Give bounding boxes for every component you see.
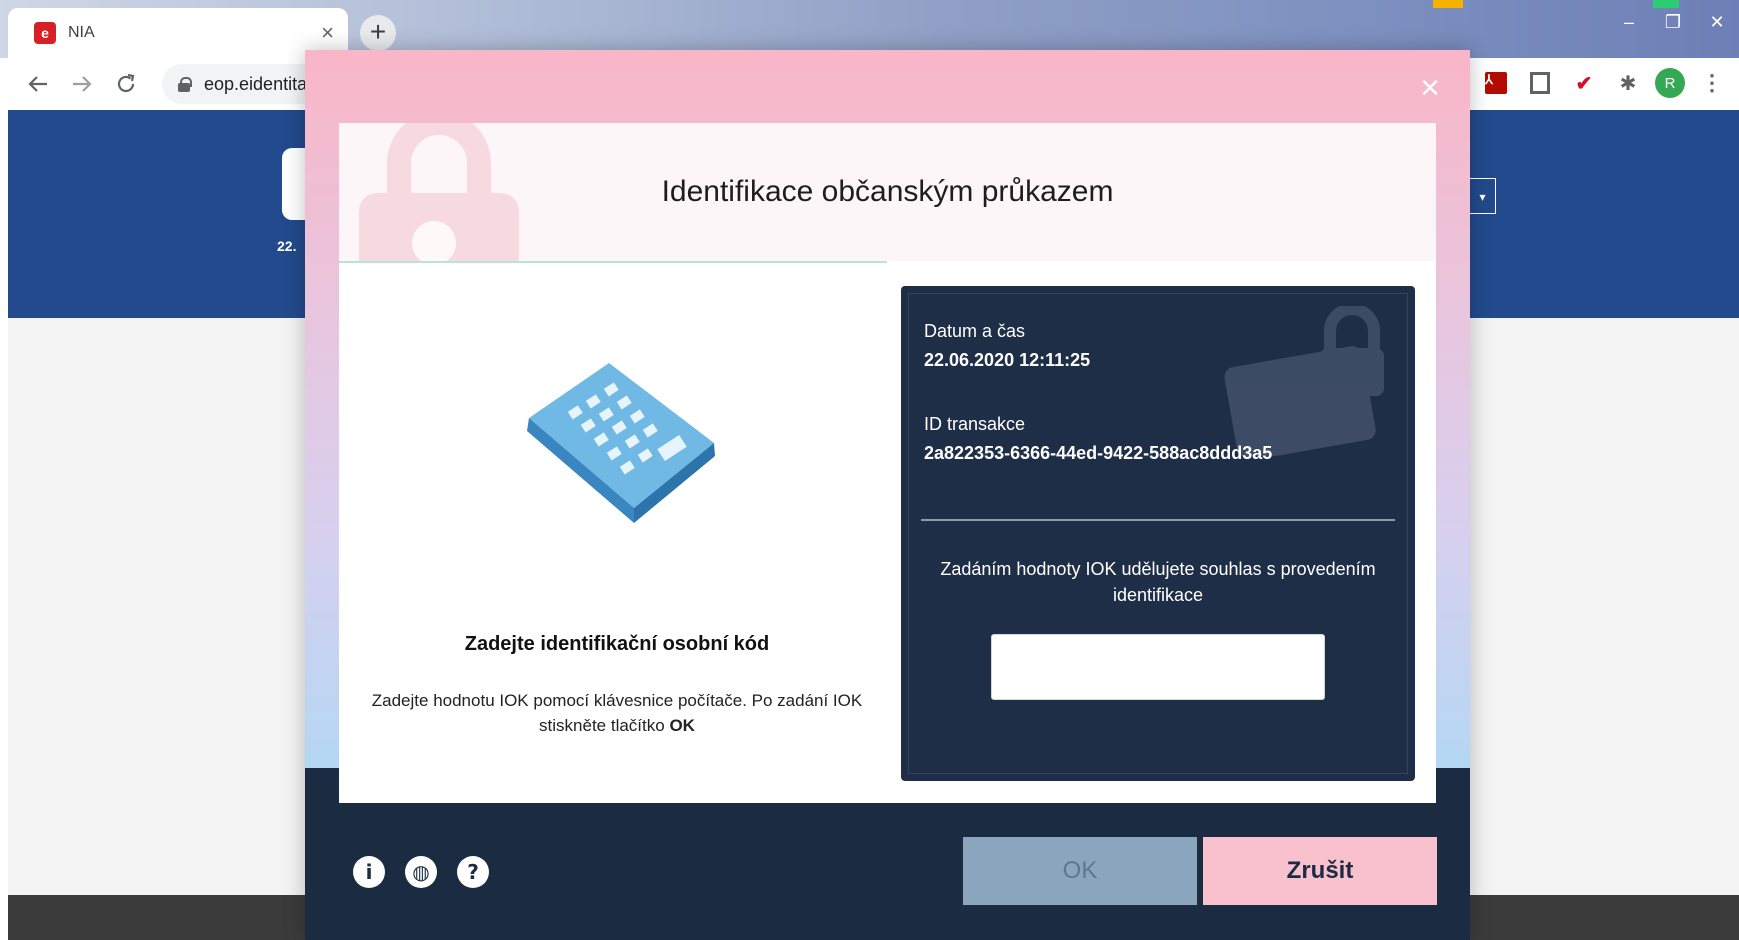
back-button[interactable] xyxy=(20,66,56,102)
book-icon xyxy=(1530,72,1550,94)
identification-modal: × Identifikace občanským průkazem Zadejt… xyxy=(305,50,1470,940)
check-icon: ✔ xyxy=(1575,72,1593,95)
kebab-menu-icon: ⋮ xyxy=(1701,70,1723,95)
puzzle-icon: ✱ xyxy=(1619,72,1637,95)
instruction-text-body: Zadejte hodnotu IOK pomocí klávesnice po… xyxy=(371,691,863,735)
browser-menu-button[interactable]: ⋮ xyxy=(1695,66,1729,100)
datetime-label: Datum a čas xyxy=(924,321,1026,341)
forward-button[interactable] xyxy=(64,66,100,102)
instruction-text-ok: OK xyxy=(669,716,695,735)
transaction-info-panel: Datum a čas 22.06.2020 12:11:25 ID trans… xyxy=(901,286,1415,781)
extension-book[interactable] xyxy=(1523,66,1557,100)
ok-button[interactable]: OK xyxy=(963,837,1197,905)
extensions-button[interactable]: ✱ xyxy=(1611,66,1645,100)
info-divider xyxy=(921,519,1395,521)
transaction-id-label: ID transakce xyxy=(924,414,1026,434)
extension-pdf[interactable]: ⅄ xyxy=(1479,66,1513,100)
tabstrip-accent-green xyxy=(1653,0,1679,8)
instruction-title: Zadejte identifikační osobní kód xyxy=(464,633,770,655)
profile-avatar[interactable]: R xyxy=(1655,68,1685,98)
pdf-icon: ⅄ xyxy=(1485,72,1507,94)
extensions-bar: ⅄ ✔ ✱ R ⋮ xyxy=(1479,66,1739,100)
minimize-button[interactable]: – xyxy=(1607,8,1651,36)
info-icon[interactable]: i xyxy=(353,856,385,888)
close-window-button[interactable]: ✕ xyxy=(1695,8,1739,36)
extension-check[interactable]: ✔ xyxy=(1567,66,1601,100)
help-icon[interactable]: ? xyxy=(457,856,489,888)
new-tab-button[interactable]: + xyxy=(360,15,396,51)
page-header-date: 22. xyxy=(277,238,297,254)
envelope-lock-decoration-icon xyxy=(1224,306,1384,456)
transaction-id-value: 2a822353-6366-44ed-9422-588ac8ddd3a5 xyxy=(924,443,1273,463)
page-dropdown[interactable]: ▾ xyxy=(1470,178,1496,214)
restore-button[interactable]: ❐ xyxy=(1651,8,1695,36)
footer-icon-group: i ◍ ? xyxy=(353,856,489,888)
modal-title: Identifikace občanským průkazem xyxy=(661,175,1114,208)
instruction-text: Zadejte hodnotu IOK pomocí klávesnice po… xyxy=(359,688,875,738)
modal-close-button[interactable]: × xyxy=(1412,70,1448,106)
cancel-button[interactable]: Zrušit xyxy=(1203,837,1437,905)
nia-favicon-icon: e xyxy=(34,22,56,44)
iok-input[interactable] xyxy=(991,634,1325,700)
consent-text: Zadáním hodnoty IOK udělujete souhlas s … xyxy=(940,559,1376,605)
arrow-left-icon xyxy=(28,76,47,92)
keypad-illustration-icon xyxy=(527,363,715,523)
progress-indicator xyxy=(339,261,887,263)
modal-header: Identifikace občanským průkazem xyxy=(339,123,1436,261)
reload-button[interactable] xyxy=(108,66,144,102)
window-controls: – ❐ ✕ xyxy=(1607,8,1739,36)
tab-close-icon[interactable]: × xyxy=(321,22,334,44)
globe-icon[interactable]: ◍ xyxy=(405,856,437,888)
reload-icon xyxy=(117,73,135,93)
lock-icon xyxy=(178,76,192,92)
tabstrip-accent xyxy=(1433,0,1463,8)
modal-card: Identifikace občanským průkazem Zadejte … xyxy=(339,123,1436,803)
browser-tab[interactable]: e NIA × xyxy=(8,8,348,58)
datetime-value: 22.06.2020 12:11:25 xyxy=(924,350,1091,370)
arrow-right-icon xyxy=(73,76,92,92)
tab-title: NIA xyxy=(68,24,95,41)
